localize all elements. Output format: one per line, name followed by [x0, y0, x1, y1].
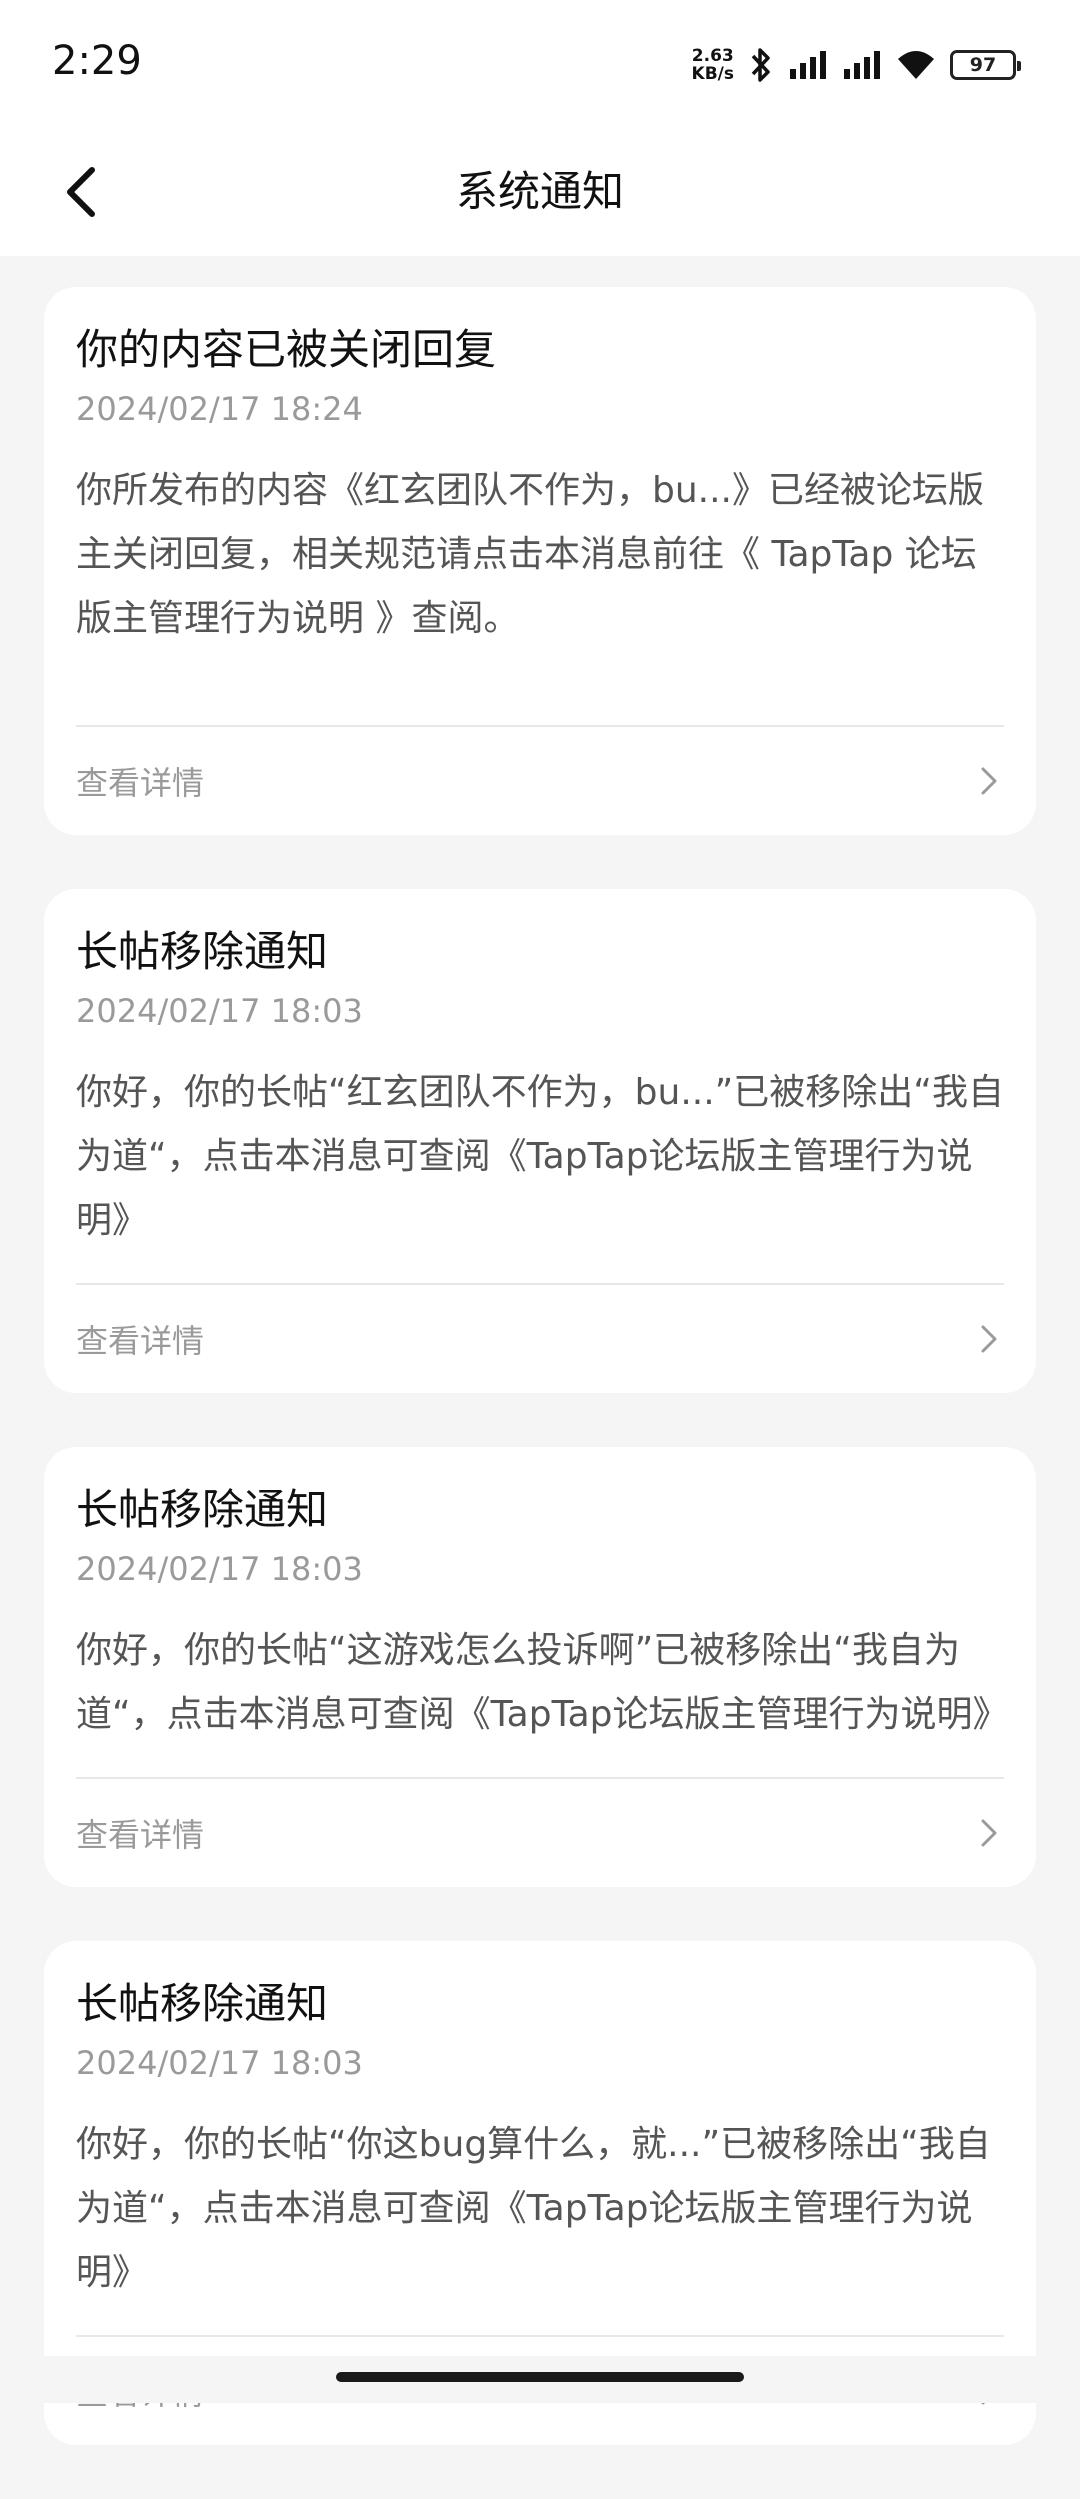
- notification-body: 你好，你的长帖“红玄团队不作为，bu...”已被移除出“我自为道“，点击本消息可…: [76, 1072, 1004, 1241]
- app-header: 系统通知: [0, 128, 1080, 256]
- bluetooth-icon: [751, 48, 770, 82]
- notification-body: 你好，你的长帖“这游戏怎么投诉啊”已被移除出“我自为道“，点击本消息可查阅《Ta…: [76, 1630, 1009, 1735]
- view-details-row[interactable]: 查看详情: [76, 1283, 1004, 1393]
- notification-time: 2024/02/17 18:24: [76, 390, 363, 428]
- notification-body: 你所发布的内容《红玄团队不作为，bu...》已经被论坛版主关闭回复，相关规范请点…: [76, 470, 984, 639]
- home-indicator[interactable]: [336, 2372, 744, 2382]
- notification-title: 长帖移除通知: [76, 927, 329, 976]
- view-details-label: 查看详情: [76, 764, 205, 802]
- page-title: 系统通知: [455, 167, 624, 216]
- notification-card[interactable]: 长帖移除通知 2024/02/17 18:03 你好，你的长帖“红玄团队不作为，…: [44, 889, 1036, 1393]
- notification-card[interactable]: 你的内容已被关闭回复 2024/02/17 18:24 你所发布的内容《红玄团队…: [44, 287, 1036, 835]
- chevron-right-icon: [974, 1324, 1004, 1354]
- battery-icon: 97: [950, 50, 1021, 80]
- notification-time: 2024/02/17 18:03: [76, 2044, 363, 2082]
- view-details-row[interactable]: 查看详情: [76, 725, 1004, 835]
- view-details-row[interactable]: 查看详情: [76, 1777, 1004, 1887]
- net-speed-value: 2.63: [691, 46, 734, 66]
- chevron-right-icon: [974, 1818, 1004, 1848]
- notification-time: 2024/02/17 18:03: [76, 1550, 363, 1588]
- notification-time: 2024/02/17 18:03: [76, 992, 363, 1030]
- signal-icon: [790, 51, 826, 79]
- view-details-label: 查看详情: [76, 1816, 205, 1854]
- notification-list: 你的内容已被关闭回复 2024/02/17 18:24 你所发布的内容《红玄团队…: [44, 287, 1036, 2499]
- status-bar: 2:29 2.63 KB/s 97: [0, 0, 1080, 128]
- notification-card[interactable]: 长帖移除通知 2024/02/17 18:03 你好，你的长帖“这游戏怎么投诉啊…: [44, 1447, 1036, 1887]
- signal-icon: [844, 51, 880, 79]
- notification-title: 长帖移除通知: [76, 1485, 329, 1534]
- status-icons: 2.63 KB/s 97: [692, 40, 1021, 90]
- notification-title: 你的内容已被关闭回复: [76, 325, 497, 374]
- battery-level: 97: [969, 54, 997, 76]
- notification-title: 长帖移除通知: [76, 1979, 329, 2028]
- notification-body: 你好，你的长帖“你这bug算什么，就...”已被移除出“我自为道“，点击本消息可…: [76, 2124, 991, 2293]
- status-time: 2:29: [52, 38, 142, 84]
- net-speed-unit: KB/s: [691, 64, 734, 84]
- view-details-label: 查看详情: [76, 1322, 205, 1360]
- wifi-icon: [898, 51, 934, 79]
- net-speed: 2.63 KB/s: [692, 47, 734, 83]
- chevron-right-icon: [974, 766, 1004, 796]
